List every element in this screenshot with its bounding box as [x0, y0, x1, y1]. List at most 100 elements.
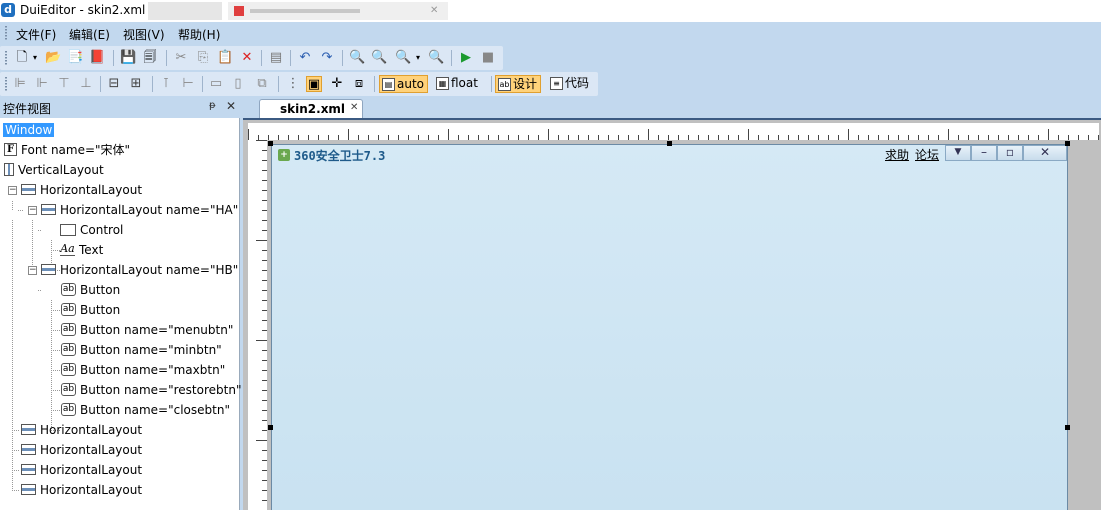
- align-right-icon[interactable]: ⊩: [34, 76, 50, 92]
- tree-node-label: HorizontalLayout: [40, 443, 143, 457]
- tree-node-horizontallayout[interactable]: HorizontalLayout: [21, 440, 142, 460]
- tree-connector: [12, 430, 20, 431]
- new-file-icon[interactable]: 🗋: [14, 50, 30, 66]
- close-icon[interactable]: ✕: [430, 5, 438, 16]
- grid-icon[interactable]: ⋮: [285, 76, 301, 92]
- properties-icon[interactable]: ▤: [268, 50, 284, 66]
- tree-node-button-closebtn[interactable]: ab Button name="closebtn": [61, 400, 230, 420]
- tree-node-font[interactable]: F Font name="宋体": [4, 140, 130, 160]
- align-left-icon[interactable]: ⊫: [12, 76, 28, 92]
- center-horizontal-icon[interactable]: ⊟: [106, 76, 122, 92]
- tree-node-button-restorebtn[interactable]: ab Button name="restorebtn": [61, 380, 241, 400]
- toolbar-separator: [152, 76, 153, 92]
- design-view-button[interactable]: ab 设计: [495, 75, 542, 93]
- tree-node-horizontallayout-hb[interactable]: HorizontalLayout name="HB": [41, 260, 238, 280]
- tree-node-horizontallayout[interactable]: HorizontalLayout: [21, 420, 142, 440]
- close-icon[interactable]: ✕: [350, 102, 358, 113]
- resize-handle[interactable]: [268, 425, 273, 430]
- tree-connector: [51, 350, 61, 351]
- tab-skin2-xml[interactable]: skin2.xml ✕: [259, 99, 363, 118]
- toolbar-grip[interactable]: [5, 77, 7, 91]
- minimize-button[interactable]: –: [971, 145, 997, 161]
- tree-node-window[interactable]: Window: [3, 120, 55, 140]
- menu-button[interactable]: ▼: [945, 145, 971, 161]
- forum-link[interactable]: 论坛: [915, 146, 939, 163]
- same-height-icon[interactable]: ⊺: [158, 76, 174, 92]
- control-view-panel-header: 控件视图 ᵽ ✕: [0, 98, 240, 116]
- skin-window-title[interactable]: 360安全卫士7.3: [294, 147, 385, 164]
- tree-node-button-minbtn[interactable]: ab Button name="minbtn": [61, 340, 222, 360]
- maximize-button[interactable]: ▫: [997, 145, 1023, 161]
- tree-node-button[interactable]: ab Button: [61, 300, 120, 320]
- menu-file[interactable]: 文件(F): [16, 26, 56, 43]
- zoom-fit-icon[interactable]: 🔍: [395, 50, 411, 66]
- delete-icon[interactable]: ✕: [239, 50, 255, 66]
- stop-icon[interactable]: ■: [480, 50, 496, 66]
- zoom-in-icon[interactable]: 🔍: [349, 50, 365, 66]
- open-recent-icon[interactable]: 📑: [67, 50, 83, 66]
- resize-handle[interactable]: [1065, 141, 1070, 146]
- pin-icon[interactable]: ᵽ: [209, 100, 216, 111]
- menu-edit[interactable]: 编辑(E): [69, 26, 110, 43]
- tree-node-button[interactable]: ab Button: [61, 280, 120, 300]
- skin-window-preview[interactable]: + 360安全卫士7.3 求助 论坛 ▼ – ▫ ✕: [271, 144, 1068, 510]
- align-bottom-icon[interactable]: ⊥: [78, 76, 94, 92]
- tree-node-verticallayout[interactable]: VerticalLayout: [4, 160, 104, 180]
- tree-node-label: HorizontalLayout name="HA": [60, 203, 239, 217]
- tree-node-text[interactable]: Aa Text: [60, 240, 103, 260]
- resize-handle[interactable]: [1065, 425, 1070, 430]
- cut-icon[interactable]: ✂: [173, 50, 189, 66]
- save-icon[interactable]: 💾: [120, 50, 136, 66]
- space-across-icon[interactable]: ▭: [208, 76, 224, 92]
- run-icon[interactable]: ▶: [458, 50, 474, 66]
- resize-handle[interactable]: [268, 141, 273, 146]
- undo-icon[interactable]: ↶: [297, 50, 313, 66]
- tree-connector: [12, 201, 13, 211]
- zoom-out-icon[interactable]: 🔍: [371, 50, 387, 66]
- copy-icon[interactable]: ⎘: [195, 50, 211, 66]
- tree-connector: [51, 410, 61, 411]
- resize-handle[interactable]: [667, 141, 672, 146]
- tree-node-horizontallayout[interactable]: HorizontalLayout: [21, 480, 142, 500]
- dropdown-icon[interactable]: ▾: [31, 50, 39, 66]
- tree-node-label: Window: [3, 123, 55, 137]
- zoom-dropdown-icon[interactable]: ▾: [414, 50, 422, 66]
- close-button[interactable]: ✕: [1023, 145, 1067, 161]
- same-size-icon[interactable]: ⧉: [254, 76, 270, 92]
- tree-node-control[interactable]: Control: [60, 220, 123, 240]
- tree-node-button-menubtn[interactable]: ab Button name="menubtn": [61, 320, 233, 340]
- save-all-icon[interactable]: 🗐: [142, 50, 158, 66]
- crosshair-icon[interactable]: ✛: [329, 76, 345, 92]
- align-top-icon[interactable]: ⊤: [56, 76, 72, 92]
- tree-node-horizontallayout-ha[interactable]: HorizontalLayout name="HA": [41, 200, 238, 220]
- help-link[interactable]: 求助: [885, 146, 909, 163]
- collapse-toggle[interactable]: −: [28, 266, 37, 275]
- toolbar-grip[interactable]: [5, 51, 7, 65]
- menu-view[interactable]: 视图(V): [123, 26, 165, 43]
- close-icon[interactable]: ✕: [226, 99, 236, 113]
- tree-node-button-maxbtn[interactable]: ab Button name="maxbtn": [61, 360, 225, 380]
- auto-layout-button[interactable]: ▤ auto: [379, 75, 429, 93]
- zoom-actual-icon[interactable]: 🔍: [428, 50, 444, 66]
- import-icon[interactable]: 📕: [89, 50, 105, 66]
- open-folder-icon[interactable]: 📂: [45, 50, 61, 66]
- collapse-toggle[interactable]: −: [28, 206, 37, 215]
- collapse-toggle[interactable]: −: [8, 186, 17, 195]
- tree-node-horizontallayout[interactable]: HorizontalLayout: [21, 460, 142, 480]
- center-vertical-icon[interactable]: ⊞: [128, 76, 144, 92]
- code-view-button[interactable]: ≡ 代码: [548, 75, 592, 93]
- code-view-label: 代码: [565, 76, 590, 90]
- select-frame-icon[interactable]: ▣: [306, 76, 322, 92]
- redo-icon[interactable]: ↷: [319, 50, 335, 66]
- space-down-icon[interactable]: ▯: [230, 76, 246, 92]
- tree-node-label: HorizontalLayout: [40, 183, 143, 197]
- paste-icon[interactable]: 📋: [217, 50, 233, 66]
- menu-help[interactable]: 帮助(H): [178, 26, 220, 43]
- tab-order-icon[interactable]: ⧈: [351, 76, 367, 92]
- float-layout-button[interactable]: ▦ float: [434, 75, 481, 93]
- background-window-tab[interactable]: [148, 2, 222, 20]
- toolbar-grip[interactable]: [5, 26, 7, 40]
- background-window-tab[interactable]: ✕: [228, 2, 448, 20]
- same-width-icon[interactable]: ⊢: [180, 76, 196, 92]
- tree-node-horizontallayout[interactable]: HorizontalLayout: [21, 180, 142, 200]
